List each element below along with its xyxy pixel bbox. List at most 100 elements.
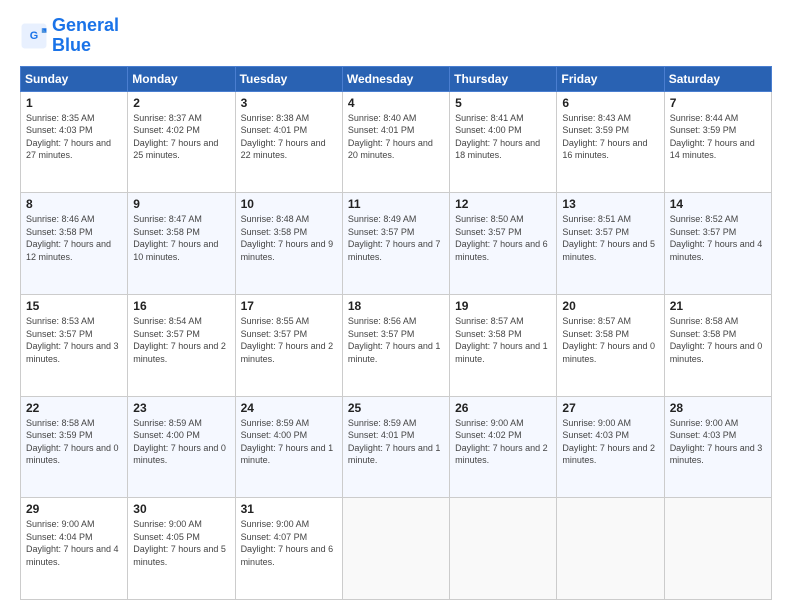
calendar-cell: 30 Sunrise: 9:00 AM Sunset: 4:05 PM Dayl… [128, 498, 235, 600]
day-info: Sunrise: 8:49 AM Sunset: 3:57 PM Dayligh… [348, 213, 444, 263]
calendar-cell: 31 Sunrise: 9:00 AM Sunset: 4:07 PM Dayl… [235, 498, 342, 600]
day-number: 25 [348, 401, 444, 415]
day-info: Sunrise: 8:57 AM Sunset: 3:58 PM Dayligh… [455, 315, 551, 365]
page: G General Blue SundayMondayTuesdayWednes… [0, 0, 792, 612]
day-number: 28 [670, 401, 766, 415]
day-number: 30 [133, 502, 229, 516]
day-info: Sunrise: 8:51 AM Sunset: 3:57 PM Dayligh… [562, 213, 658, 263]
day-number: 31 [241, 502, 337, 516]
day-info: Sunrise: 8:59 AM Sunset: 4:01 PM Dayligh… [348, 417, 444, 467]
calendar-cell: 16 Sunrise: 8:54 AM Sunset: 3:57 PM Dayl… [128, 294, 235, 396]
calendar-week-1: 1 Sunrise: 8:35 AM Sunset: 4:03 PM Dayli… [21, 91, 772, 193]
day-info: Sunrise: 8:50 AM Sunset: 3:57 PM Dayligh… [455, 213, 551, 263]
calendar-week-2: 8 Sunrise: 8:46 AM Sunset: 3:58 PM Dayli… [21, 193, 772, 295]
calendar-cell: 26 Sunrise: 9:00 AM Sunset: 4:02 PM Dayl… [450, 396, 557, 498]
calendar-cell: 15 Sunrise: 8:53 AM Sunset: 3:57 PM Dayl… [21, 294, 128, 396]
day-info: Sunrise: 8:44 AM Sunset: 3:59 PM Dayligh… [670, 112, 766, 162]
day-number: 23 [133, 401, 229, 415]
day-info: Sunrise: 9:00 AM Sunset: 4:07 PM Dayligh… [241, 518, 337, 568]
day-number: 22 [26, 401, 122, 415]
day-info: Sunrise: 8:35 AM Sunset: 4:03 PM Dayligh… [26, 112, 122, 162]
day-info: Sunrise: 9:00 AM Sunset: 4:03 PM Dayligh… [562, 417, 658, 467]
calendar-cell: 17 Sunrise: 8:55 AM Sunset: 3:57 PM Dayl… [235, 294, 342, 396]
day-info: Sunrise: 8:37 AM Sunset: 4:02 PM Dayligh… [133, 112, 229, 162]
day-header-tuesday: Tuesday [235, 66, 342, 91]
day-info: Sunrise: 8:59 AM Sunset: 4:00 PM Dayligh… [133, 417, 229, 467]
day-number: 8 [26, 197, 122, 211]
day-header-thursday: Thursday [450, 66, 557, 91]
day-info: Sunrise: 8:43 AM Sunset: 3:59 PM Dayligh… [562, 112, 658, 162]
calendar-cell: 3 Sunrise: 8:38 AM Sunset: 4:01 PM Dayli… [235, 91, 342, 193]
day-number: 13 [562, 197, 658, 211]
day-info: Sunrise: 8:40 AM Sunset: 4:01 PM Dayligh… [348, 112, 444, 162]
day-number: 7 [670, 96, 766, 110]
day-info: Sunrise: 8:56 AM Sunset: 3:57 PM Dayligh… [348, 315, 444, 365]
day-info: Sunrise: 8:41 AM Sunset: 4:00 PM Dayligh… [455, 112, 551, 162]
calendar-cell: 20 Sunrise: 8:57 AM Sunset: 3:58 PM Dayl… [557, 294, 664, 396]
calendar-cell: 24 Sunrise: 8:59 AM Sunset: 4:00 PM Dayl… [235, 396, 342, 498]
logo: G General Blue [20, 16, 119, 56]
calendar-cell: 12 Sunrise: 8:50 AM Sunset: 3:57 PM Dayl… [450, 193, 557, 295]
calendar-cell: 6 Sunrise: 8:43 AM Sunset: 3:59 PM Dayli… [557, 91, 664, 193]
calendar-cell: 28 Sunrise: 9:00 AM Sunset: 4:03 PM Dayl… [664, 396, 771, 498]
day-info: Sunrise: 8:38 AM Sunset: 4:01 PM Dayligh… [241, 112, 337, 162]
calendar-cell: 14 Sunrise: 8:52 AM Sunset: 3:57 PM Dayl… [664, 193, 771, 295]
calendar-cell [664, 498, 771, 600]
calendar-cell: 21 Sunrise: 8:58 AM Sunset: 3:58 PM Dayl… [664, 294, 771, 396]
day-number: 12 [455, 197, 551, 211]
day-info: Sunrise: 9:00 AM Sunset: 4:02 PM Dayligh… [455, 417, 551, 467]
day-number: 15 [26, 299, 122, 313]
calendar-cell: 25 Sunrise: 8:59 AM Sunset: 4:01 PM Dayl… [342, 396, 449, 498]
day-info: Sunrise: 8:58 AM Sunset: 3:58 PM Dayligh… [670, 315, 766, 365]
day-number: 17 [241, 299, 337, 313]
calendar-cell: 4 Sunrise: 8:40 AM Sunset: 4:01 PM Dayli… [342, 91, 449, 193]
day-number: 5 [455, 96, 551, 110]
calendar-cell: 7 Sunrise: 8:44 AM Sunset: 3:59 PM Dayli… [664, 91, 771, 193]
day-number: 14 [670, 197, 766, 211]
calendar-header-row: SundayMondayTuesdayWednesdayThursdayFrid… [21, 66, 772, 91]
day-number: 16 [133, 299, 229, 313]
day-info: Sunrise: 8:48 AM Sunset: 3:58 PM Dayligh… [241, 213, 337, 263]
calendar-cell: 18 Sunrise: 8:56 AM Sunset: 3:57 PM Dayl… [342, 294, 449, 396]
day-header-saturday: Saturday [664, 66, 771, 91]
calendar-cell: 22 Sunrise: 8:58 AM Sunset: 3:59 PM Dayl… [21, 396, 128, 498]
calendar-cell [557, 498, 664, 600]
calendar-cell: 23 Sunrise: 8:59 AM Sunset: 4:00 PM Dayl… [128, 396, 235, 498]
day-number: 11 [348, 197, 444, 211]
day-number: 6 [562, 96, 658, 110]
day-number: 26 [455, 401, 551, 415]
day-info: Sunrise: 9:00 AM Sunset: 4:04 PM Dayligh… [26, 518, 122, 568]
day-number: 19 [455, 299, 551, 313]
calendar-cell: 10 Sunrise: 8:48 AM Sunset: 3:58 PM Dayl… [235, 193, 342, 295]
day-number: 10 [241, 197, 337, 211]
calendar-cell [450, 498, 557, 600]
calendar-week-4: 22 Sunrise: 8:58 AM Sunset: 3:59 PM Dayl… [21, 396, 772, 498]
calendar-table: SundayMondayTuesdayWednesdayThursdayFrid… [20, 66, 772, 600]
day-header-sunday: Sunday [21, 66, 128, 91]
calendar-cell: 29 Sunrise: 9:00 AM Sunset: 4:04 PM Dayl… [21, 498, 128, 600]
day-info: Sunrise: 8:54 AM Sunset: 3:57 PM Dayligh… [133, 315, 229, 365]
calendar-cell: 2 Sunrise: 8:37 AM Sunset: 4:02 PM Dayli… [128, 91, 235, 193]
day-info: Sunrise: 8:59 AM Sunset: 4:00 PM Dayligh… [241, 417, 337, 467]
calendar-cell: 11 Sunrise: 8:49 AM Sunset: 3:57 PM Dayl… [342, 193, 449, 295]
day-info: Sunrise: 8:46 AM Sunset: 3:58 PM Dayligh… [26, 213, 122, 263]
svg-text:G: G [30, 30, 38, 42]
header: G General Blue [20, 16, 772, 56]
day-info: Sunrise: 8:55 AM Sunset: 3:57 PM Dayligh… [241, 315, 337, 365]
calendar-cell: 19 Sunrise: 8:57 AM Sunset: 3:58 PM Dayl… [450, 294, 557, 396]
logo-icon: G [20, 22, 48, 50]
day-info: Sunrise: 8:52 AM Sunset: 3:57 PM Dayligh… [670, 213, 766, 263]
day-info: Sunrise: 8:58 AM Sunset: 3:59 PM Dayligh… [26, 417, 122, 467]
day-header-monday: Monday [128, 66, 235, 91]
calendar-cell: 8 Sunrise: 8:46 AM Sunset: 3:58 PM Dayli… [21, 193, 128, 295]
day-number: 27 [562, 401, 658, 415]
day-info: Sunrise: 9:00 AM Sunset: 4:03 PM Dayligh… [670, 417, 766, 467]
day-info: Sunrise: 8:47 AM Sunset: 3:58 PM Dayligh… [133, 213, 229, 263]
calendar-week-5: 29 Sunrise: 9:00 AM Sunset: 4:04 PM Dayl… [21, 498, 772, 600]
day-info: Sunrise: 8:53 AM Sunset: 3:57 PM Dayligh… [26, 315, 122, 365]
calendar-cell: 5 Sunrise: 8:41 AM Sunset: 4:00 PM Dayli… [450, 91, 557, 193]
day-number: 18 [348, 299, 444, 313]
day-number: 3 [241, 96, 337, 110]
calendar-cell [342, 498, 449, 600]
day-number: 21 [670, 299, 766, 313]
